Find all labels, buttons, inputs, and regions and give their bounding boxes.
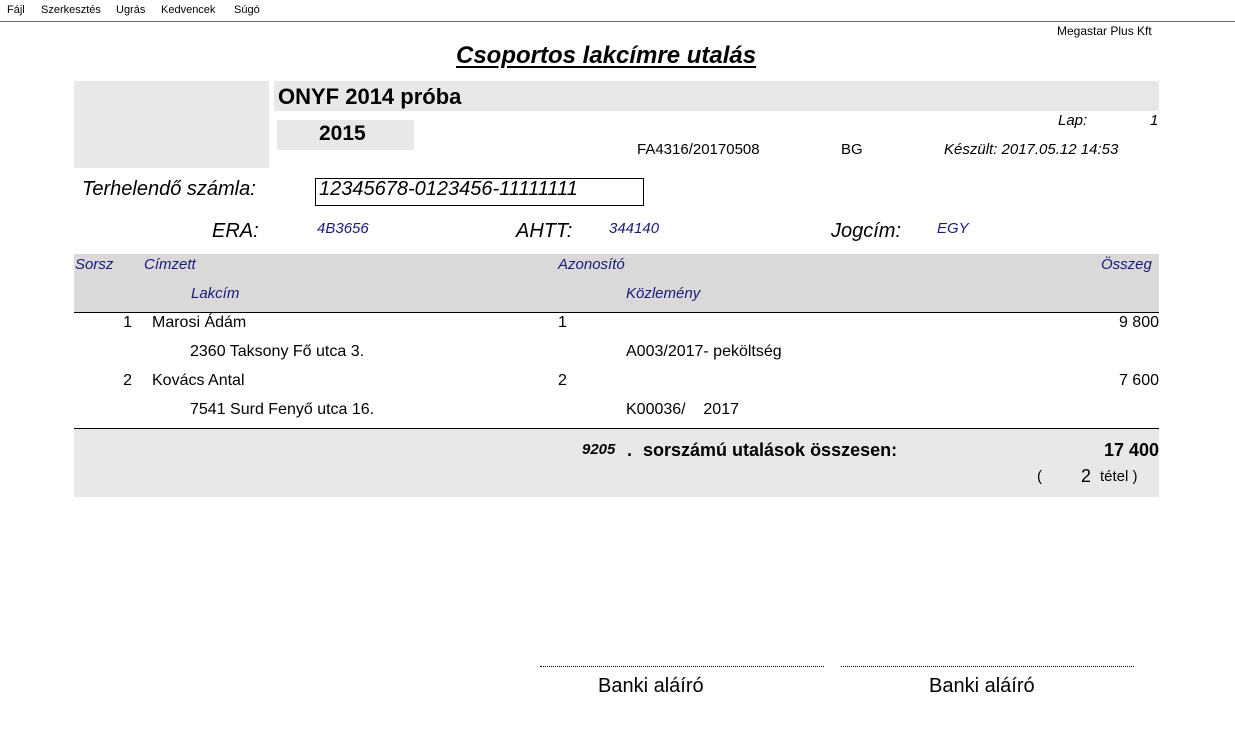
page-title: Csoportos lakcímre utalás <box>456 42 757 69</box>
column-osszeg: Összeg <box>1101 256 1152 273</box>
logo-placeholder <box>74 81 269 168</box>
summary-count: 2 <box>1081 466 1092 486</box>
row-address: 7541 Surd Fenyő utca 16. <box>190 401 375 418</box>
jogcim-value: EGY <box>937 220 969 237</box>
row-number: 1 <box>123 314 132 331</box>
row-number: 2 <box>123 372 132 389</box>
file-reference: FA4316/20170508 <box>637 141 760 158</box>
summary-text: sorszámú utalások összesen: <box>643 440 898 460</box>
menu-file[interactable]: Fájl <box>7 4 25 17</box>
summary-total: 17 400 <box>1103 440 1159 460</box>
menu-help[interactable]: Súgó <box>234 4 260 17</box>
debit-account-number: 12345678-0123456-11111111 <box>319 178 578 200</box>
row-identifier: 1 <box>558 314 567 331</box>
debit-account-label: Terhelendő számla: <box>82 178 256 200</box>
signature-line <box>540 666 824 667</box>
menu-go[interactable]: Ugrás <box>116 4 145 17</box>
signature-line <box>841 666 1134 667</box>
jogcim-label: Jogcím: <box>831 220 902 242</box>
row-amount: 7 600 <box>1118 372 1159 389</box>
page-label: Lap: <box>1058 112 1088 129</box>
company-name: Megastar Plus Kft <box>1057 24 1152 38</box>
column-azonosito: Azonosító <box>558 256 625 273</box>
row-identifier: 2 <box>558 372 567 389</box>
signature-label: Banki aláíró <box>929 675 1035 697</box>
summary-serial: 9205 <box>582 441 616 458</box>
summary-tetel: tétel ) <box>1100 468 1138 485</box>
column-cimzett: Címzett <box>144 256 196 273</box>
ahtt-label: AHTT: <box>516 220 573 242</box>
row-recipient: Kovács Antal <box>152 372 245 389</box>
row-note: A003/2017- peköltség <box>626 343 782 360</box>
org-name: ONYF 2014 próba <box>278 84 462 109</box>
column-lakcim: Lakcím <box>191 285 240 302</box>
created-timestamp: Készült: 2017.05.12 14:53 <box>944 141 1119 158</box>
summary-dot: . <box>627 440 633 460</box>
row-amount: 9 800 <box>1118 314 1159 331</box>
row-address: 2360 Taksony Fő utca 3. <box>190 343 365 360</box>
era-label: ERA: <box>212 220 259 242</box>
menu-bar: Fájl Szerkesztés Ugrás Kedvencek Súgó <box>0 0 1235 22</box>
row-recipient: Marosi Ádám <box>152 314 247 331</box>
ahtt-value: 344140 <box>609 220 660 237</box>
row-note: K00036/ 2017 <box>626 401 739 418</box>
page-number: 1 <box>1150 112 1159 129</box>
summary-open-paren: ( <box>1037 468 1042 485</box>
era-value: 4B3656 <box>317 220 369 237</box>
menu-favorites[interactable]: Kedvencek <box>161 4 215 17</box>
column-kozlemeny: Közlemény <box>626 285 701 302</box>
column-sorsz: Sorsz <box>75 256 114 273</box>
signature-label: Banki aláíró <box>598 675 704 697</box>
year: 2015 <box>319 122 366 145</box>
summary-box <box>74 428 1159 497</box>
code: BG <box>841 141 863 158</box>
menu-edit[interactable]: Szerkesztés <box>41 4 101 17</box>
